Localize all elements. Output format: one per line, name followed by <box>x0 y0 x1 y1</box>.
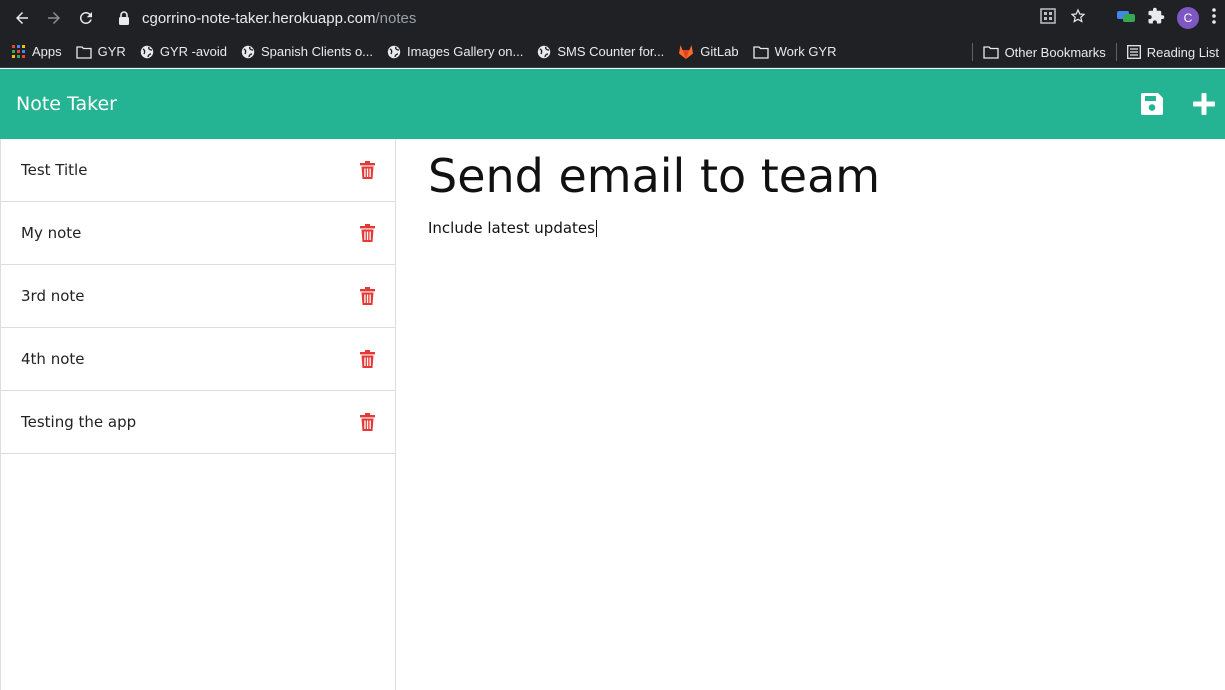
reload-icon <box>79 11 92 24</box>
folder-icon <box>982 46 999 59</box>
folder-icon <box>752 45 769 59</box>
address-bar[interactable]: cgorrino-note-taker.herokuapp.com/notes <box>104 4 1102 32</box>
back-button[interactable] <box>6 0 38 36</box>
bookmark-label: Work GYR <box>774 44 837 59</box>
bookmark-label: Other Bookmarks <box>1004 44 1106 60</box>
bookmark-reading-list[interactable]: Reading List <box>1126 44 1219 60</box>
text-caret <box>595 220 597 237</box>
bookmark-label: GitLab <box>700 44 739 59</box>
url-path: /notes <box>375 9 417 27</box>
bookmark-label: GYR <box>97 44 126 59</box>
note-list-item[interactable]: My note <box>1 202 395 265</box>
trash-icon[interactable] <box>360 224 375 242</box>
bookmark-label: Spanish Clients o... <box>261 44 374 59</box>
bookmark-label: SMS Counter for... <box>557 44 665 59</box>
arrow-right-icon <box>48 12 60 24</box>
bookmark-label: Images Gallery on... <box>407 44 524 59</box>
bookmark-divider <box>971 43 973 61</box>
reading-list-icon <box>1126 45 1141 59</box>
url-host: cgorrino-note-taker.herokuapp.com <box>142 9 376 27</box>
bookmarks-bar: Apps GYR GYR -avoid Spanish Clients o...… <box>0 36 1225 68</box>
more-vert-icon[interactable] <box>1211 7 1217 30</box>
app-navbar: Note Taker <box>0 69 1225 139</box>
extensions-puzzle-icon[interactable] <box>1147 7 1165 30</box>
note-list-item[interactable]: 4th note <box>1 328 395 391</box>
bookmark-work-gyr[interactable]: Work GYR <box>752 44 837 59</box>
save-icon <box>1141 93 1163 115</box>
globe-icon <box>140 45 154 58</box>
note-title: My note <box>21 224 82 242</box>
note-list: Test Title My note 3rd note 4th note Tes… <box>1 139 395 454</box>
globe-icon <box>387 45 401 58</box>
note-title: 3rd note <box>21 287 85 305</box>
bookmark-gyr[interactable]: GYR <box>75 44 126 59</box>
note-title: Test Title <box>21 161 88 179</box>
globe-icon <box>538 45 551 58</box>
bookmark-sms-counter[interactable]: SMS Counter for... <box>537 44 664 59</box>
bookmark-gyr-avoid[interactable]: GYR -avoid <box>140 44 227 59</box>
note-body-text: Include latest updates <box>428 219 595 237</box>
star-bookmark-icon[interactable] <box>1070 8 1086 24</box>
trash-icon[interactable] <box>360 413 375 431</box>
trash-icon[interactable] <box>360 350 375 368</box>
folder-icon <box>75 45 92 59</box>
note-list-item[interactable]: Test Title <box>1 139 395 202</box>
lock-icon <box>118 11 132 25</box>
note-list-item[interactable]: Testing the app <box>1 391 395 454</box>
forward-button[interactable] <box>38 0 70 36</box>
bookmark-gitlab[interactable]: GitLab <box>678 44 739 59</box>
bookmark-label: GYR -avoid <box>159 44 228 59</box>
trash-icon[interactable] <box>360 287 375 305</box>
note-title: 4th note <box>21 350 85 368</box>
bookmark-images-gallery[interactable]: Images Gallery on... <box>387 44 523 59</box>
reload-button[interactable] <box>70 0 102 36</box>
qr-code-icon[interactable] <box>1040 8 1056 24</box>
globe-icon <box>241 45 255 58</box>
profile-avatar[interactable]: C <box>1177 7 1199 29</box>
notes-sidebar: Test Title My note 3rd note 4th note Tes… <box>0 139 396 690</box>
plus-icon <box>1193 93 1215 115</box>
note-editor: Send email to team Include latest update… <box>396 139 1225 690</box>
brand-title[interactable]: Note Taker <box>16 93 117 115</box>
note-body-textarea[interactable]: Include latest updates <box>428 219 1208 249</box>
translate-extension-icon[interactable] <box>1117 9 1135 28</box>
bookmark-other-bookmarks[interactable]: Other Bookmarks <box>982 44 1106 60</box>
bookmark-label: Reading List <box>1146 44 1219 60</box>
note-title-input[interactable]: Send email to team <box>428 149 1208 209</box>
new-note-button[interactable] <box>1193 93 1215 115</box>
bookmark-apps[interactable]: Apps <box>12 44 62 59</box>
apps-grid-icon <box>12 44 25 58</box>
bookmark-spanish-clients[interactable]: Spanish Clients o... <box>241 44 373 59</box>
note-title: Testing the app <box>21 413 137 431</box>
save-note-button[interactable] <box>1141 93 1163 115</box>
bookmark-label: Apps <box>32 44 62 59</box>
arrow-left-icon <box>16 12 28 24</box>
note-list-item[interactable]: 3rd note <box>1 265 395 328</box>
browser-toolbar: cgorrino-note-taker.herokuapp.com/notes … <box>0 0 1225 36</box>
gitlab-icon <box>679 45 694 59</box>
bookmark-divider <box>1115 43 1117 61</box>
trash-icon[interactable] <box>360 161 375 179</box>
